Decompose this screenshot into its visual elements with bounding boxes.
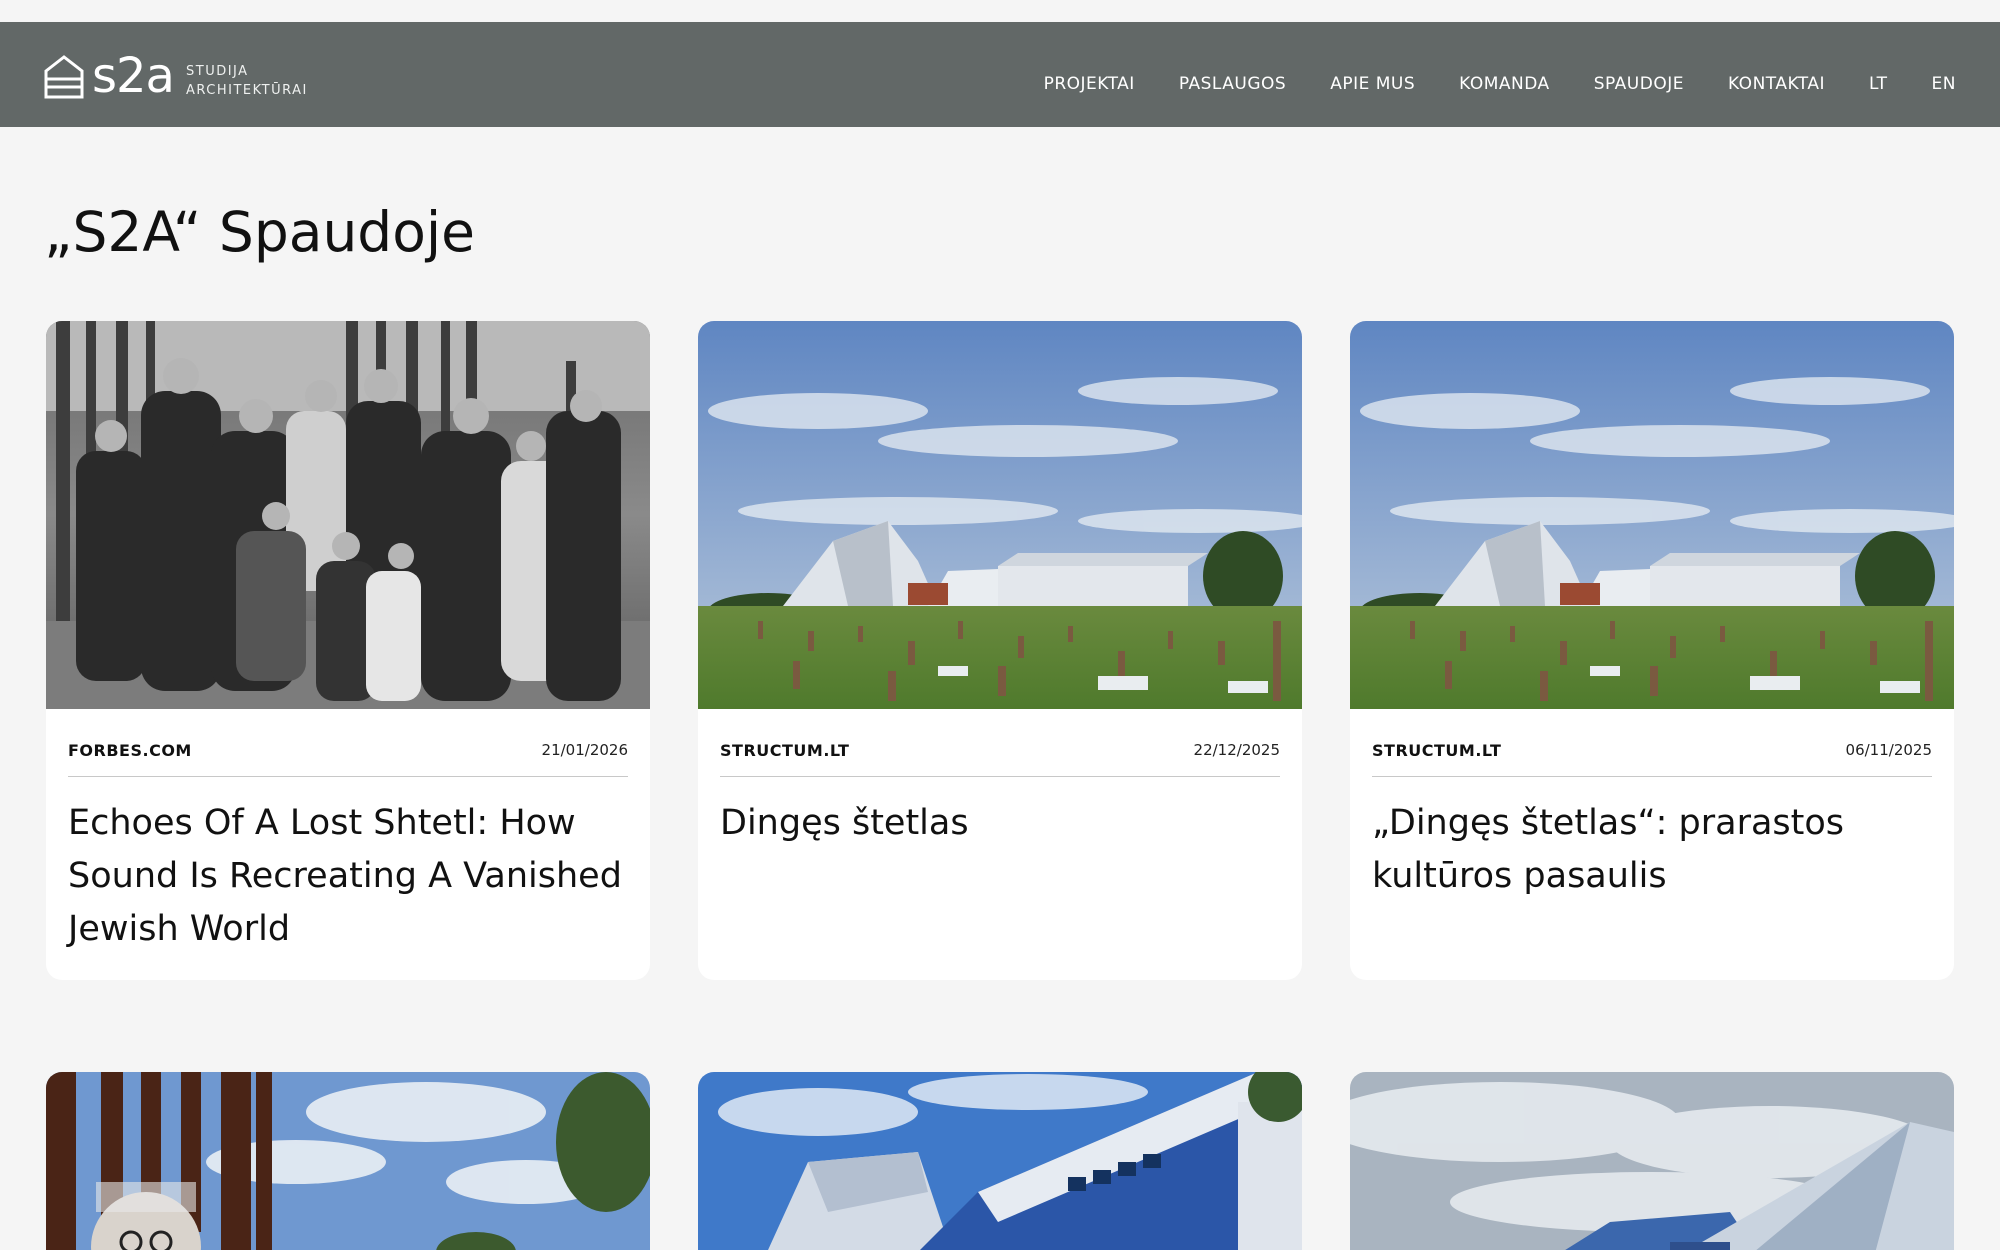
lang-en[interactable]: EN	[1932, 56, 1956, 94]
main-nav: PROJEKTAI PASLAUGOS APIE MUS KOMANDA SPA…	[1044, 22, 2000, 127]
article-date: 22/12/2025	[1193, 741, 1280, 759]
logo-sub-line1: STUDIJA	[186, 64, 249, 79]
article-source: STRUCTUM.LT	[1372, 740, 1502, 760]
divider	[68, 776, 628, 777]
article-title[interactable]: Dingęs štetlas	[720, 797, 1280, 850]
nav-projektai[interactable]: PROJEKTAI	[1044, 56, 1135, 94]
family-photo-image	[46, 321, 650, 709]
article-card[interactable]	[1350, 1072, 1954, 1250]
page-title: „S2A“ Spaudoje	[44, 200, 475, 264]
site-logo[interactable]: s2a	[44, 48, 175, 104]
logo-subtitle: STUDIJA ARCHITEKTŪRAI	[186, 62, 308, 100]
article-card[interactable]: FORBES.COM 21/01/2026 Echoes Of A Lost S…	[46, 321, 650, 980]
article-date: 21/01/2026	[541, 741, 628, 759]
article-meta: STRUCTUM.LT 06/11/2025	[1372, 730, 1932, 770]
logo-wordmark: s2a	[92, 48, 175, 104]
article-image	[46, 1072, 650, 1250]
nav-kontaktai[interactable]: KONTAKTAI	[1728, 56, 1825, 94]
article-card[interactable]	[46, 1072, 650, 1250]
article-title[interactable]: „Dingęs štetlas“: prarastos kultūros pas…	[1372, 797, 1932, 903]
house-logo-icon	[44, 55, 84, 99]
nav-paslaugos[interactable]: PASLAUGOS	[1179, 56, 1286, 94]
nav-komanda[interactable]: KOMANDA	[1459, 56, 1550, 94]
top-strip	[0, 0, 2000, 22]
divider	[1372, 776, 1932, 777]
article-image	[46, 321, 650, 709]
nav-apie-mus[interactable]: APIE MUS	[1330, 56, 1415, 94]
lang-lt[interactable]: LT	[1869, 56, 1888, 94]
article-source: FORBES.COM	[68, 740, 192, 760]
article-card[interactable]: STRUCTUM.LT 22/12/2025 Dingęs štetlas	[698, 321, 1302, 980]
article-image	[698, 321, 1302, 709]
article-image	[698, 1072, 1302, 1250]
divider	[720, 776, 1280, 777]
article-card[interactable]: STRUCTUM.LT 06/11/2025 „Dingęs štetlas“:…	[1350, 321, 1954, 980]
article-card[interactable]	[698, 1072, 1302, 1250]
article-title[interactable]: Echoes Of A Lost Shtetl: How Sound Is Re…	[68, 797, 628, 956]
article-meta: FORBES.COM 21/01/2026	[68, 730, 628, 770]
article-image	[1350, 321, 1954, 709]
article-source: STRUCTUM.LT	[720, 740, 850, 760]
museum-cemetery-image	[1350, 321, 1954, 709]
nav-spaudoje[interactable]: SPAUDOJE	[1594, 56, 1684, 94]
site-header: s2a STUDIJA ARCHITEKTŪRAI PROJEKTAI PASL…	[0, 22, 2000, 127]
article-date: 06/11/2025	[1845, 741, 1932, 759]
article-image	[1350, 1072, 1954, 1250]
museum-cemetery-image	[698, 321, 1302, 709]
article-meta: STRUCTUM.LT 22/12/2025	[720, 730, 1280, 770]
logo-sub-line2: ARCHITEKTŪRAI	[186, 83, 308, 98]
